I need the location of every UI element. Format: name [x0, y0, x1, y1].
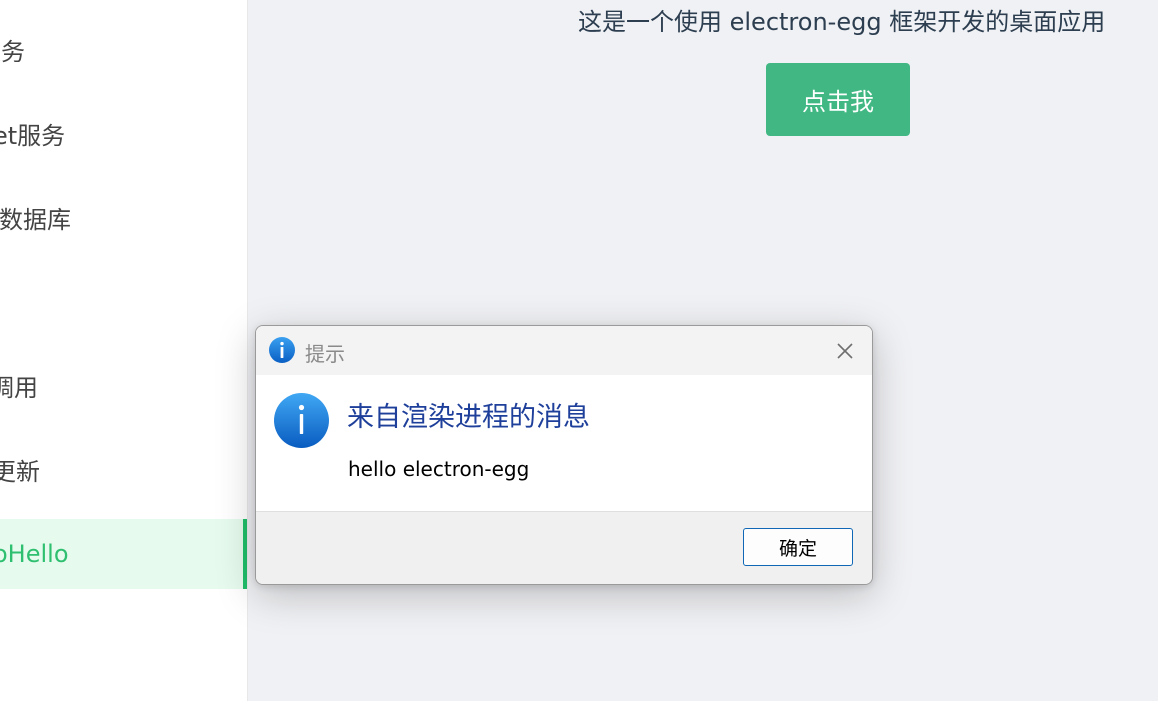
- sidebar: 服务 et服务 数据库 调用 更新 oHello: [0, 0, 248, 701]
- sidebar-item-label: et服务: [0, 121, 66, 150]
- dialog-heading: 来自渲染进程的消息: [347, 402, 590, 433]
- sidebar-item-label: oHello: [0, 540, 69, 568]
- dialog-title: 提示: [305, 342, 345, 366]
- info-icon: [268, 336, 296, 364]
- sidebar-item-service[interactable]: 服务: [0, 14, 247, 84]
- close-icon[interactable]: [832, 338, 858, 364]
- sidebar-item-update[interactable]: 更新: [0, 434, 247, 504]
- sidebar-item-label: 调用: [0, 373, 38, 402]
- dialog-body: 来自渲染进程的消息 hello electron-egg: [256, 375, 872, 512]
- dialog-titlebar: 提示: [256, 326, 872, 375]
- click-me-button[interactable]: 点击我: [766, 63, 910, 136]
- info-icon: [273, 392, 330, 449]
- message-dialog: 提示 来自渲染进程的消息 hello electron-egg 确定: [255, 325, 873, 585]
- sidebar-item-label: 数据库: [0, 205, 71, 234]
- intro-text: 这是一个使用 electron-egg 框架开发的桌面应用: [578, 8, 1106, 36]
- sidebar-item-hello[interactable]: oHello: [0, 519, 247, 589]
- sidebar-item-socket-service[interactable]: et服务: [0, 98, 247, 168]
- sidebar-item-invoke[interactable]: 调用: [0, 350, 247, 420]
- sidebar-item-label: 服务: [0, 37, 25, 66]
- ok-button[interactable]: 确定: [743, 528, 853, 566]
- dialog-message: hello electron-egg: [348, 457, 530, 481]
- dialog-footer: 确定: [256, 512, 872, 584]
- sidebar-item-label: 更新: [0, 457, 40, 486]
- sidebar-item-database[interactable]: 数据库: [0, 182, 247, 252]
